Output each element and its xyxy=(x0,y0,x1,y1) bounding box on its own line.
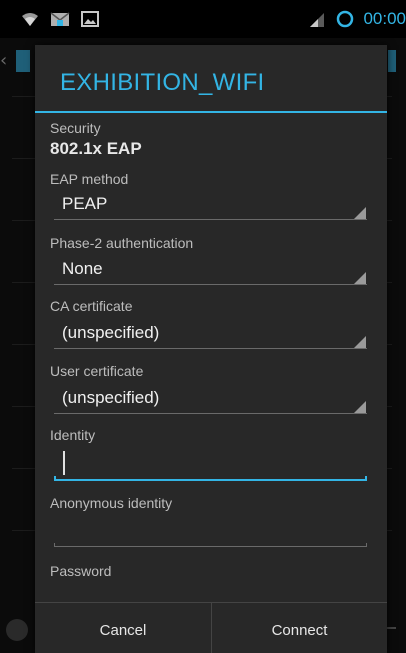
spinner-arrow-icon xyxy=(354,336,366,348)
phase2-spinner[interactable]: None xyxy=(54,255,367,285)
status-icons-left xyxy=(20,9,100,29)
status-bar: 00:00 xyxy=(0,0,406,38)
spinner-underline xyxy=(54,413,367,414)
connect-button[interactable]: Connect xyxy=(211,603,387,653)
phase2-label: Phase-2 authentication xyxy=(50,235,194,251)
back-chevron-icon: ‹ xyxy=(0,50,8,71)
field-edge-left xyxy=(54,476,56,481)
user-certificate-label: User certificate xyxy=(50,363,144,379)
notification-envelope-icon xyxy=(50,12,70,26)
anonymous-identity-label: Anonymous identity xyxy=(50,495,173,511)
field-underline xyxy=(54,546,367,547)
title-divider xyxy=(35,111,387,113)
sync-circle-icon xyxy=(337,10,354,28)
field-edge-left xyxy=(54,543,55,547)
user-certificate-spinner[interactable]: (unspecified) xyxy=(54,384,367,414)
wifi-signal-icon xyxy=(22,13,38,26)
spinner-underline xyxy=(54,219,367,220)
spinner-arrow-icon xyxy=(354,401,366,413)
spinner-arrow-icon xyxy=(354,272,366,284)
spinner-underline xyxy=(54,348,367,349)
identity-label: Identity xyxy=(50,427,96,443)
background-action-bar-left xyxy=(16,50,30,72)
field-edge-right xyxy=(365,476,367,481)
cancel-button[interactable]: Cancel xyxy=(35,603,211,653)
spinner-arrow-icon xyxy=(354,207,366,219)
ca-certificate-spinner[interactable]: (unspecified) xyxy=(54,319,367,349)
background-app-icon xyxy=(6,619,28,641)
clock: 00:00 xyxy=(363,9,406,28)
security-label: Security xyxy=(50,120,101,136)
image-icon xyxy=(81,11,99,27)
spinner-underline xyxy=(54,284,367,285)
dialog-title: EXHIBITION_WIFI xyxy=(60,69,265,96)
text-cursor xyxy=(63,451,65,475)
phase2-value: None xyxy=(62,259,103,278)
dialog-button-bar: Cancel Connect xyxy=(35,602,387,653)
identity-field[interactable] xyxy=(54,447,367,481)
wifi-config-dialog: EXHIBITION_WIFI Security 802.1x EAP EAP … xyxy=(35,45,387,653)
ca-certificate-value: (unspecified) xyxy=(62,323,160,342)
field-underline xyxy=(54,479,367,481)
cell-signal-icon xyxy=(310,13,325,27)
ca-certificate-label: CA certificate xyxy=(50,298,133,314)
user-certificate-value: (unspecified) xyxy=(62,388,160,407)
dialog-title-bar: EXHIBITION_WIFI xyxy=(35,45,387,113)
eap-method-value: PEAP xyxy=(62,194,108,213)
eap-method-spinner[interactable]: PEAP xyxy=(54,190,367,220)
background-action-bar-right xyxy=(388,50,396,72)
status-icons-right: 00:00 xyxy=(307,9,406,29)
eap-method-label: EAP method xyxy=(50,171,129,187)
anonymous-identity-field[interactable] xyxy=(54,513,367,547)
security-value: 802.1x EAP xyxy=(50,139,142,158)
field-edge-right xyxy=(366,543,367,547)
password-label: Password xyxy=(50,563,112,579)
